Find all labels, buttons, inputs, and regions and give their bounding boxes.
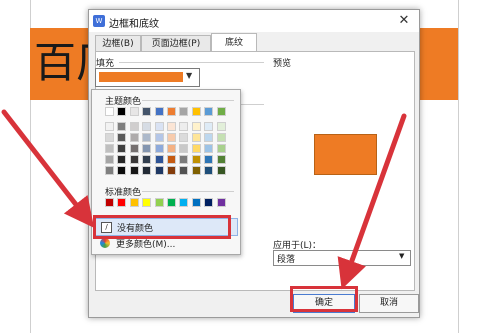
arrow-to-ok (337, 113, 407, 290)
annotation-arrows (1, 109, 407, 290)
arrow-to-no-color (1, 109, 95, 228)
